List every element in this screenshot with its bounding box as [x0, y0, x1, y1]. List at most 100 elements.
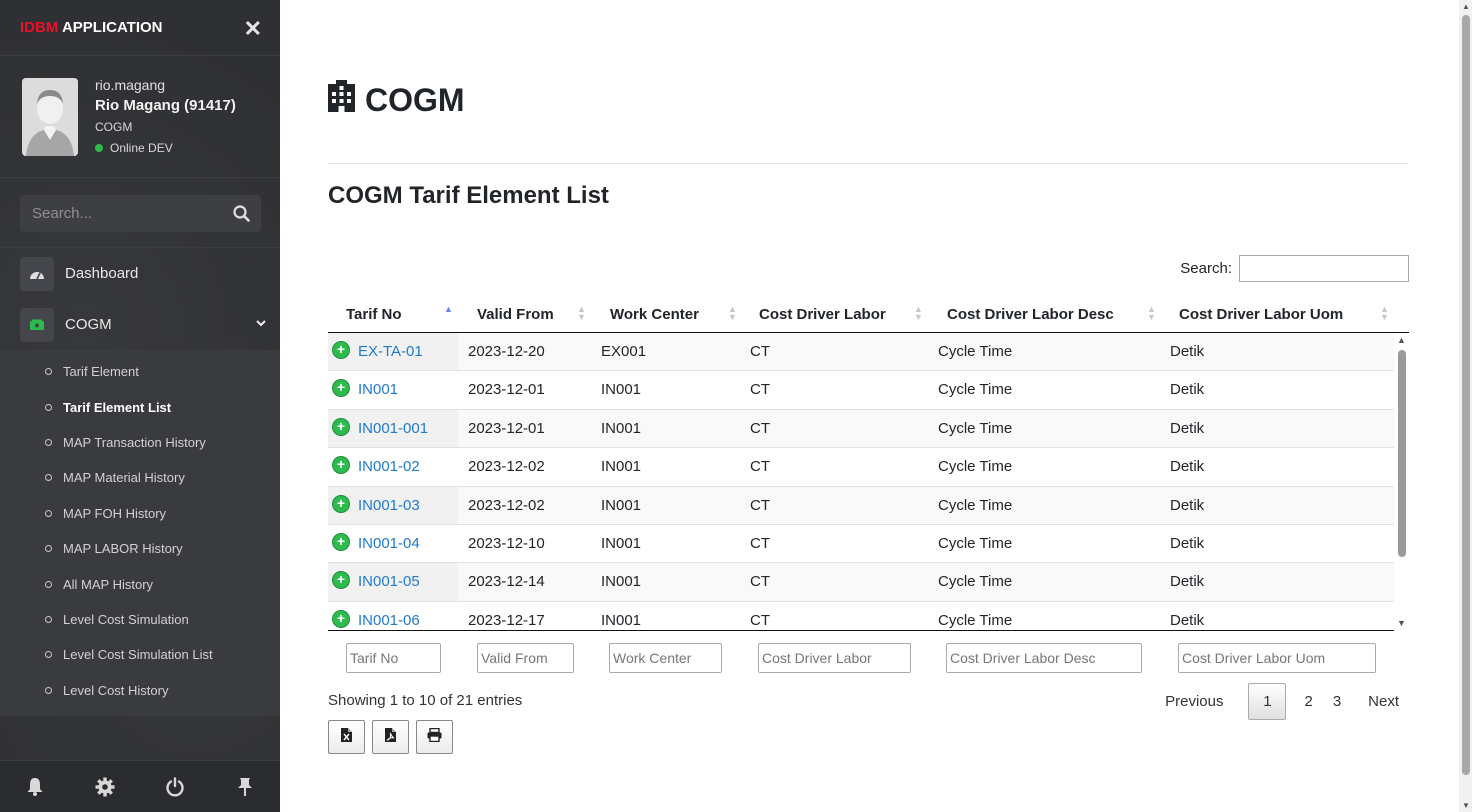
scroll-down-icon[interactable]: ▼ — [1462, 801, 1470, 810]
tarif-no-link[interactable]: EX-TA-01 — [358, 343, 423, 360]
username: rio.magang — [95, 77, 166, 93]
cost-driver-labor-uom-cell: Detik — [1170, 535, 1205, 552]
cost-driver-labor-desc-cell: Cycle Time — [938, 381, 1013, 399]
pagination-page-3[interactable]: 3 — [1323, 683, 1351, 720]
tarif-no-link[interactable]: IN001-05 — [358, 573, 420, 590]
window-scrollbar[interactable]: ▲ ▼ — [1459, 0, 1472, 812]
filter-cost-driver-labor-uom-input[interactable] — [1178, 643, 1376, 673]
money-icon — [20, 307, 54, 342]
table-search: Search: — [1180, 255, 1409, 282]
export-buttons — [328, 720, 460, 754]
tarif-no-link[interactable]: IN001-03 — [358, 497, 420, 514]
expand-row-icon[interactable]: + — [333, 534, 349, 550]
export-excel-button[interactable] — [328, 720, 365, 754]
column-header-tarif-no[interactable]: Tarif No — [346, 296, 402, 333]
filter-valid-from-input[interactable] — [477, 643, 574, 673]
column-header-valid-from[interactable]: Valid From — [477, 296, 554, 333]
expand-row-icon[interactable]: + — [333, 418, 349, 435]
tarif-no-link[interactable]: IN001-04 — [358, 535, 420, 552]
pagination-page-1[interactable]: 1 — [1248, 683, 1287, 720]
filter-work-center-input[interactable] — [609, 643, 722, 673]
valid-from-cell: 2023-12-01 — [468, 381, 545, 399]
user-status: Online DEV — [95, 137, 236, 159]
submenu-label: MAP LABOR History — [63, 541, 183, 557]
submenu-tarif-element-list[interactable]: Tarif Element List — [0, 389, 280, 424]
cost-driver-labor-desc-cell: Cycle Time — [938, 343, 1013, 360]
filter-cost-driver-labor-desc-input[interactable] — [946, 643, 1142, 673]
window-scroll-thumb[interactable] — [1462, 15, 1470, 775]
submenu-map-material-history[interactable]: MAP Material History — [0, 460, 280, 495]
expand-row-icon[interactable]: + — [333, 495, 349, 512]
circle-icon — [45, 686, 52, 694]
print-button[interactable] — [416, 720, 453, 754]
filter-cost-driver-labor-input[interactable] — [758, 643, 911, 673]
circle-icon — [45, 474, 52, 482]
column-header-cost-driver-labor[interactable]: Cost Driver Labor — [759, 296, 886, 333]
tarif-no-link[interactable]: IN001-02 — [358, 458, 420, 475]
cost-driver-labor-desc-cell: Cycle Time — [938, 458, 1013, 476]
column-header-work-center[interactable]: Work Center — [610, 296, 699, 333]
sidebar-search-input[interactable] — [20, 205, 210, 222]
power-icon[interactable] — [155, 776, 195, 797]
pagination-page-2[interactable]: 2 — [1294, 683, 1322, 720]
column-header-label: Work Center — [610, 306, 699, 323]
pagination-previous[interactable]: Previous — [1155, 683, 1233, 720]
table-scrollbar[interactable]: ▲ ▼ — [1394, 333, 1409, 631]
close-icon[interactable]: ✕ — [244, 16, 262, 42]
expand-row-icon[interactable]: + — [333, 342, 349, 358]
cost-driver-labor-uom-cell: Detik — [1170, 419, 1205, 437]
sidebar-footer — [0, 760, 280, 812]
work-center-cell: IN001 — [601, 381, 642, 399]
work-center-cell: IN001 — [601, 611, 642, 629]
submenu-tarif-element[interactable]: Tarif Element — [0, 354, 280, 389]
cost-driver-labor-desc-cell: Cycle Time — [938, 611, 1013, 629]
submenu-map-foh-history[interactable]: MAP FOH History — [0, 496, 280, 531]
tarif-no-link[interactable]: IN001 — [358, 381, 398, 398]
column-header-cost-driver-labor-uom[interactable]: Cost Driver Labor Uom — [1179, 296, 1343, 333]
circle-icon — [45, 368, 52, 376]
scroll-thumb[interactable] — [1398, 350, 1406, 557]
valid-from-cell: 2023-12-01 — [468, 419, 545, 437]
cost-driver-labor-desc-cell: Cycle Time — [938, 419, 1013, 437]
scroll-down-icon[interactable]: ▼ — [1397, 618, 1406, 628]
submenu-all-map-history[interactable]: All MAP History — [0, 566, 280, 601]
divider — [328, 163, 1409, 164]
search-icon[interactable] — [221, 195, 261, 232]
submenu-label: MAP FOH History — [63, 505, 167, 521]
sort-icon: ▲ ▼ — [914, 304, 923, 322]
tarif-no-link[interactable]: IN001-06 — [358, 612, 420, 629]
expand-row-icon[interactable]: + — [333, 610, 349, 627]
tarif-no-link[interactable]: IN001-001 — [358, 420, 428, 437]
submenu-map-transaction-history[interactable]: MAP Transaction History — [0, 425, 280, 460]
submenu-label: Level Cost Simulation — [63, 611, 189, 627]
gear-icon[interactable] — [85, 777, 125, 797]
sort-icon: ▲ ▼ — [1380, 304, 1389, 322]
filter-tarif-no-input[interactable] — [346, 643, 441, 673]
valid-from-cell: 2023-12-02 — [468, 496, 545, 514]
column-header-cost-driver-labor-desc[interactable]: Cost Driver Labor Desc — [947, 296, 1114, 333]
sidebar-item-cogm[interactable]: COGM — [0, 299, 280, 350]
cost-driver-labor-uom-cell: Detik — [1170, 573, 1205, 591]
table-row: + IN001-05 2023-12-14 IN001 CT Cycle Tim… — [328, 563, 1394, 602]
scroll-up-icon[interactable]: ▲ — [1462, 2, 1470, 11]
sidebar-item-dashboard[interactable]: Dashboard — [0, 248, 280, 299]
submenu-level-cost-simulation-list[interactable]: Level Cost Simulation List — [0, 637, 280, 672]
circle-icon — [45, 509, 52, 517]
table-search-input[interactable] — [1239, 255, 1409, 282]
submenu-level-cost-simulation[interactable]: Level Cost Simulation — [0, 602, 280, 637]
pagination-next[interactable]: Next — [1358, 683, 1409, 720]
sort-asc-icon: ▲ — [444, 304, 453, 314]
table-row: + IN001-04 2023-12-10 IN001 CT Cycle Tim… — [328, 525, 1394, 564]
bell-icon[interactable] — [15, 777, 55, 796]
valid-from-cell: 2023-12-02 — [468, 458, 545, 476]
circle-icon — [45, 438, 52, 446]
submenu-level-cost-history[interactable]: Level Cost History — [0, 673, 280, 708]
scroll-up-icon[interactable]: ▲ — [1397, 335, 1406, 345]
print-icon — [427, 727, 442, 747]
brand-red: IDBM — [20, 19, 59, 36]
submenu-map-labor-history[interactable]: MAP LABOR History — [0, 531, 280, 566]
column-header-label: Cost Driver Labor Uom — [1179, 306, 1344, 323]
export-pdf-button[interactable] — [372, 720, 409, 754]
page-title-text: COGM — [365, 81, 465, 118]
pin-icon[interactable] — [225, 777, 265, 797]
